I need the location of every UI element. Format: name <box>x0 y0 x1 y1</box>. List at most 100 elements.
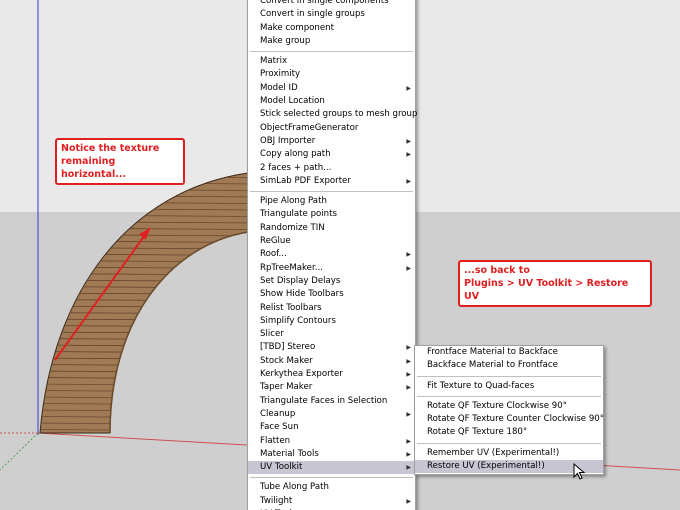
menu-item-cleanup[interactable]: Cleanup ▶ <box>248 408 415 421</box>
menu-item-stock-maker[interactable]: Stock Maker ▶ <box>248 355 415 368</box>
menu-separator <box>250 191 413 193</box>
menu-item-label: Matrix <box>260 56 288 67</box>
menu-item-tbd-stereo[interactable]: [TBD] Stereo ▶ <box>248 341 415 354</box>
menu-item-face-sun[interactable]: Face Sun <box>248 421 415 434</box>
menu-item-label: Rotate QF Texture Counter Clockwise 90° <box>427 414 605 425</box>
menu-item-label: Randomize TIN <box>260 222 325 233</box>
sketchup-viewport[interactable]: Notice the texture remaining horizontal.… <box>0 0 680 510</box>
menu-item-make-group[interactable]: Make group <box>248 35 415 48</box>
menu-item-label: Set Display Delays <box>260 275 341 286</box>
menu-item-set-display-delays[interactable]: Set Display Delays <box>248 275 415 288</box>
menu-item-label: Relist Toolbars <box>260 302 322 313</box>
menu-item-label: Stick selected groups to mesh group <box>260 109 418 120</box>
menu-separator <box>250 477 413 479</box>
menu-separator <box>250 51 413 53</box>
menu-item-label: OBJ Importer <box>260 135 316 146</box>
menu-item-label: Rotate QF Texture Clockwise 90° <box>427 400 567 411</box>
menu-item-kerkythea-exporter[interactable]: Kerkythea Exporter ▶ <box>248 368 415 381</box>
menu-item-randomize-tin[interactable]: Randomize TIN <box>248 222 415 235</box>
plugins-menu: Convert in single components Convert in s… <box>247 0 418 510</box>
menu-item-convert-in-single-components[interactable]: Convert in single components <box>248 0 415 8</box>
submenu-item-rotate-qf-texture-180[interactable]: Rotate QF Texture 180° <box>415 426 603 439</box>
submenu-item-rotate-qf-texture-clockwise-90[interactable]: Rotate QF Texture Clockwise 90° <box>415 400 603 413</box>
menu-item-twilight[interactable]: Twilight ▶ <box>248 495 415 508</box>
menu-item-proximity[interactable]: Proximity <box>248 68 415 81</box>
submenu-item-fit-texture-to-quad-faces[interactable]: Fit Texture to Quad-faces <box>415 380 603 393</box>
menu-item-reglue[interactable]: ReGlue <box>248 235 415 248</box>
menu-item-triangulate-faces-in-selection[interactable]: Triangulate Faces in Selection <box>248 395 415 408</box>
submenu-arrow-icon: ▶ <box>406 384 411 392</box>
menu-item-label: Convert in single components <box>260 0 389 6</box>
submenu-arrow-icon: ▶ <box>406 437 411 445</box>
menu-item-simlab-pdf-exporter[interactable]: SimLab PDF Exporter ▶ <box>248 175 415 188</box>
menu-item-convert-in-single-groups[interactable]: Convert in single groups <box>248 8 415 21</box>
menu-item-label: Flatten <box>260 435 291 446</box>
submenu-arrow-icon: ▶ <box>406 84 411 92</box>
menu-item-simplify-contours[interactable]: Simplify Contours <box>248 315 415 328</box>
menu-separator <box>417 375 601 377</box>
menu-item-model-id[interactable]: Model ID ▶ <box>248 82 415 95</box>
menu-item-label: Twilight <box>260 495 293 506</box>
menu-item-label: 2 faces + path... <box>260 162 332 173</box>
submenu-item-rotate-qf-texture-counter-clockwise-90[interactable]: Rotate QF Texture Counter Clockwise 90° <box>415 413 605 426</box>
menu-item-tube-along-path[interactable]: Tube Along Path <box>248 481 415 494</box>
menu-item-label: Copy along path <box>260 149 331 160</box>
menu-item-label: Simplify Contours <box>260 315 336 326</box>
submenu-item-frontface-material-to-backface[interactable]: Frontface Material to Backface <box>415 346 603 359</box>
menu-item-label: Convert in single groups <box>260 9 365 20</box>
menu-item-pipe-along-path[interactable]: Pipe Along Path <box>248 195 415 208</box>
menu-item-2-faces-path[interactable]: 2 faces + path... <box>248 162 415 175</box>
submenu-arrow-icon: ▶ <box>406 344 411 352</box>
menu-item-objectframegenerator[interactable]: ObjectFrameGenerator <box>248 122 415 135</box>
submenu-arrow-icon: ▶ <box>406 137 411 145</box>
menu-item-label: Proximity <box>260 69 301 80</box>
menu-item-label: Cleanup <box>260 408 296 419</box>
menu-item-label: Pipe Along Path <box>260 196 327 207</box>
submenu-item-backface-material-to-frontface[interactable]: Backface Material to Frontface <box>415 359 603 372</box>
menu-item-label: UV Toolkit <box>260 462 303 473</box>
menu-item-label: Backface Material to Frontface <box>427 360 558 371</box>
submenu-arrow-icon: ▶ <box>406 371 411 379</box>
submenu-arrow-icon: ▶ <box>406 497 411 505</box>
callout-texture-note: Notice the texture remaining horizontal.… <box>55 138 185 185</box>
menu-item-obj-importer[interactable]: OBJ Importer ▶ <box>248 135 415 148</box>
menu-item-label: Fit Texture to Quad-faces <box>427 380 535 391</box>
menu-item-label: Rotate QF Texture 180° <box>427 427 528 438</box>
uv-toolkit-submenu: Frontface Material to Backface Backface M… <box>414 345 604 475</box>
menu-item-label: Triangulate points <box>260 209 337 220</box>
menu-item-label: RpTreeMaker... <box>260 262 323 273</box>
menu-item-matrix[interactable]: Matrix <box>248 55 415 68</box>
menu-item-label: Roof... <box>260 249 287 260</box>
menu-item-show-hide-toolbars[interactable]: Show Hide Toolbars <box>248 288 415 301</box>
menu-item-label: Kerkythea Exporter <box>260 369 343 380</box>
menu-item-slicer[interactable]: Slicer <box>248 328 415 341</box>
menu-item-rptreemaker[interactable]: RpTreeMaker... ▶ <box>248 262 415 275</box>
menu-item-taper-maker[interactable]: Taper Maker ▶ <box>248 381 415 394</box>
callout-restore-line2: Plugins > UV Toolkit > Restore UV <box>464 278 629 302</box>
menu-item-make-component[interactable]: Make component <box>248 22 415 35</box>
menu-item-copy-along-path[interactable]: Copy along path ▶ <box>248 148 415 161</box>
callout-restore-line1: ...so back to <box>464 265 530 276</box>
submenu-arrow-icon: ▶ <box>406 177 411 185</box>
menu-item-label: [TBD] Stereo <box>260 342 316 353</box>
menu-separator <box>417 442 601 444</box>
menu-item-material-tools[interactable]: Material Tools ▶ <box>248 448 415 461</box>
menu-item-roof[interactable]: Roof... ▶ <box>248 248 415 261</box>
menu-item-label: Material Tools <box>260 448 319 459</box>
menu-item-label: Restore UV (Experimental!) <box>427 461 545 472</box>
menu-item-label: Make component <box>260 22 334 33</box>
menu-item-stick-selected-groups-to-mesh-group[interactable]: Stick selected groups to mesh group <box>248 108 418 121</box>
menu-item-label: Model ID <box>260 82 298 93</box>
callout-texture-text: Notice the texture remaining horizontal.… <box>61 143 160 180</box>
menu-item-flatten[interactable]: Flatten ▶ <box>248 435 415 448</box>
menu-separator <box>417 395 601 397</box>
submenu-arrow-icon: ▶ <box>406 264 411 272</box>
menu-item-model-location[interactable]: Model Location <box>248 95 415 108</box>
menu-item-uv-toolkit[interactable]: UV Toolkit ▶ <box>248 461 415 475</box>
menu-item-triangulate-points[interactable]: Triangulate points <box>248 208 415 221</box>
menu-item-relist-toolbars[interactable]: Relist Toolbars <box>248 302 415 315</box>
submenu-item-remember-uv-experimental[interactable]: Remember UV (Experimental!) <box>415 447 603 460</box>
mouse-cursor-icon <box>573 463 586 480</box>
submenu-arrow-icon: ▶ <box>406 357 411 365</box>
menu-item-label: Tube Along Path <box>260 482 329 493</box>
